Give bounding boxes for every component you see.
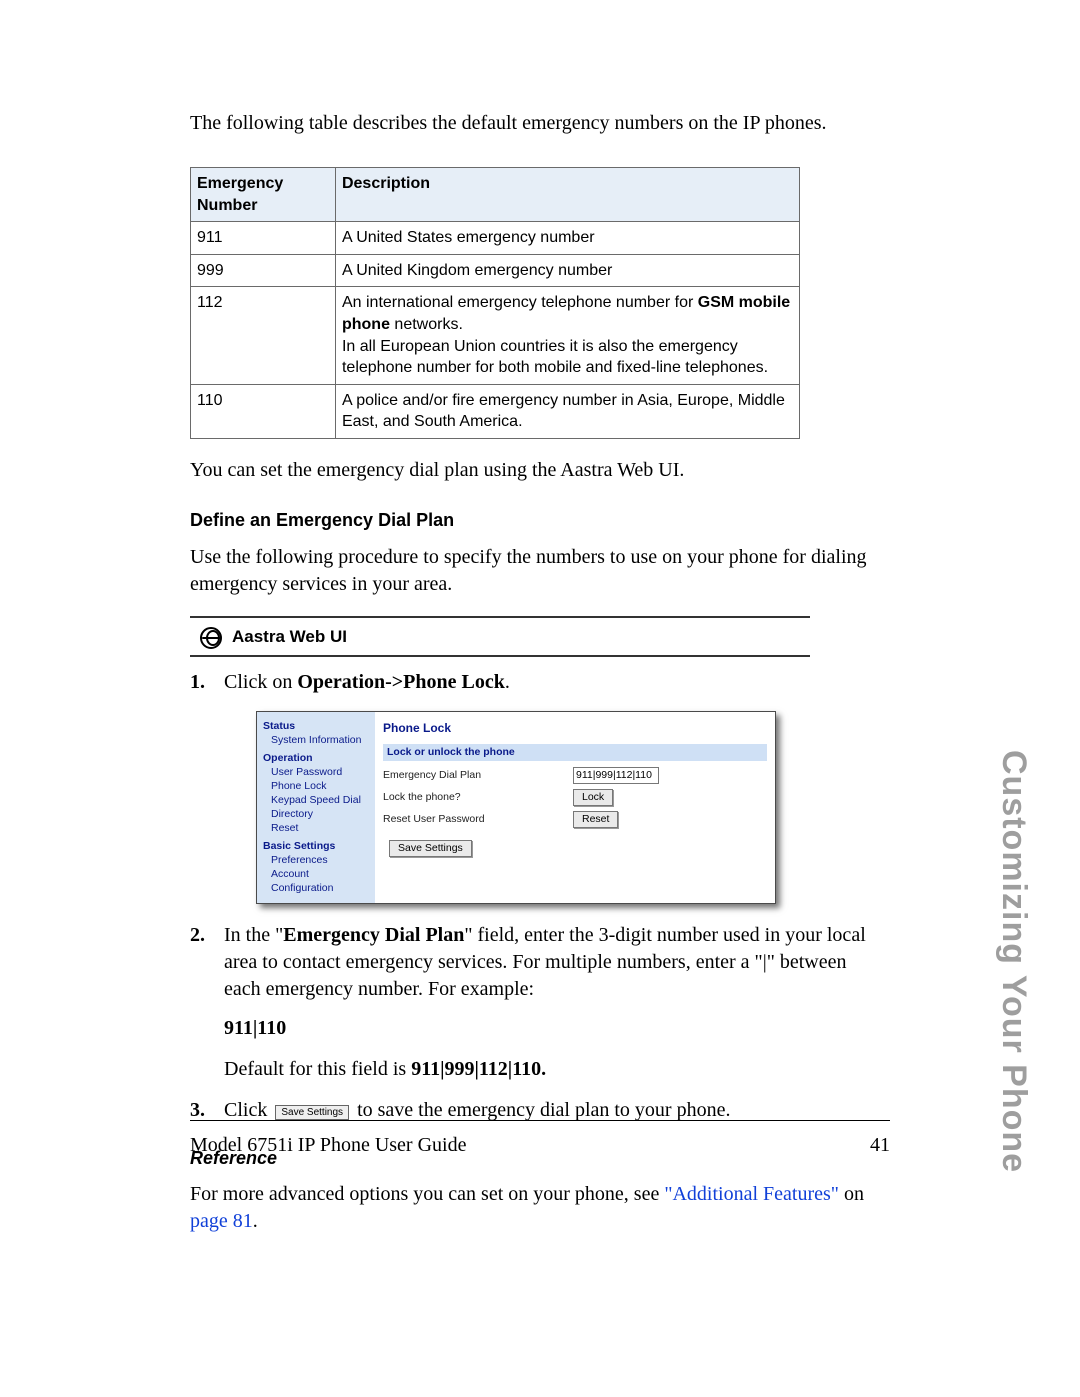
sidebar-item-directory[interactable]: Directory [271,807,371,821]
label-emergency-dial-plan: Emergency Dial Plan [383,768,573,782]
procedure-intro: Use the following procedure to specify t… [190,544,890,598]
cell-description: A United States emergency number [335,222,799,255]
row-emergency-dial-plan: Emergency Dial Plan [383,767,767,784]
reset-button[interactable]: Reset [573,811,618,828]
link-page-81[interactable]: page 81 [190,1210,253,1232]
sidebar-item-phone-lock[interactable]: Phone Lock [271,779,371,793]
sidebar-item-keypad-speed-dial[interactable]: Keypad Speed Dial [271,793,371,807]
step-2: 2. In the "Emergency Dial Plan" field, e… [190,922,880,1083]
footer-left: Model 6751i IP Phone User Guide [190,1132,466,1159]
example-dial-plan: 911|110 [224,1015,880,1042]
section-heading: Define an Emergency Dial Plan [190,508,890,532]
default-dial-plan-text: Default for this field is 911|999|112|11… [224,1056,880,1083]
step-1: 1. Click on Operation->Phone Lock. Statu… [190,669,880,904]
cell-description: A United Kingdom emergency number [335,254,799,287]
label-reset-user-password: Reset User Password [383,812,573,826]
row-save-settings: Save Settings [383,840,767,857]
steps-list: 1. Click on Operation->Phone Lock. Statu… [190,669,880,1124]
cell-description: An international emergency telephone num… [335,287,799,384]
sidebar-group-basic-settings[interactable]: Basic Settings [263,839,371,853]
phone-lock-title: Phone Lock [383,720,767,736]
link-additional-features[interactable]: "Additional Features" [664,1183,839,1205]
table-header-row: Emergency Number Description [191,168,800,222]
sidebar-group-operation[interactable]: Operation [263,751,371,765]
save-settings-button[interactable]: Save Settings [389,840,472,857]
row-lock-the-phone: Lock the phone? Lock [383,789,767,806]
th-emergency-number: Emergency Number [191,168,336,222]
table-row: 911 A United States emergency number [191,222,800,255]
footer-page-number: 41 [870,1132,890,1159]
phone-lock-ui: Status System Information Operation User… [256,711,776,904]
footer-rule [190,1120,890,1121]
row-reset-user-password: Reset User Password Reset [383,811,767,828]
cell-description: A police and/or fire emergency number in… [335,384,799,438]
phone-lock-stripe: Lock or unlock the phone [383,744,767,760]
inline-save-settings-button[interactable]: Save Settings [275,1105,349,1120]
page-footer: Model 6751i IP Phone User Guide 41 [190,1132,890,1159]
intro-text: The following table describes the defaul… [190,110,890,137]
sidebar-group-status[interactable]: Status [263,719,371,733]
emergency-dial-plan-input[interactable] [573,767,659,784]
emergency-numbers-table: Emergency Number Description 911 A Unite… [190,167,800,439]
step-number: 2. [190,922,205,949]
page-content: The following table describes the defaul… [190,110,890,1235]
sidebar-item-user-password[interactable]: User Password [271,765,371,779]
aastra-web-ui-label: Aastra Web UI [232,626,347,649]
th-description: Description [335,168,799,222]
aastra-web-ui-bar: Aastra Web UI [190,616,810,657]
cell-number: 110 [191,384,336,438]
phone-lock-main: Phone Lock Lock or unlock the phone Emer… [375,712,775,903]
table-row: 110 A police and/or fire emergency numbe… [191,384,800,438]
reference-text: For more advanced options you can set on… [190,1181,890,1235]
sidebar-item-reset[interactable]: Reset [271,821,371,835]
phone-lock-sidebar: Status System Information Operation User… [257,712,375,903]
sidebar-item-system-information[interactable]: System Information [271,733,371,747]
cell-number: 999 [191,254,336,287]
post-table-text: You can set the emergency dial plan usin… [190,457,890,484]
table-row: 112 An international emergency telephone… [191,287,800,384]
label-lock-the-phone: Lock the phone? [383,790,573,804]
lock-button[interactable]: Lock [573,789,613,806]
sidebar-item-preferences[interactable]: Preferences [271,853,371,867]
sidebar-item-account-configuration[interactable]: Account Configuration [271,867,371,895]
chapter-side-title: Customizing Your Phone [990,750,1036,1173]
table-row: 999 A United Kingdom emergency number [191,254,800,287]
cell-number: 112 [191,287,336,384]
cell-number: 911 [191,222,336,255]
step-number: 1. [190,669,205,696]
globe-icon [200,627,222,649]
